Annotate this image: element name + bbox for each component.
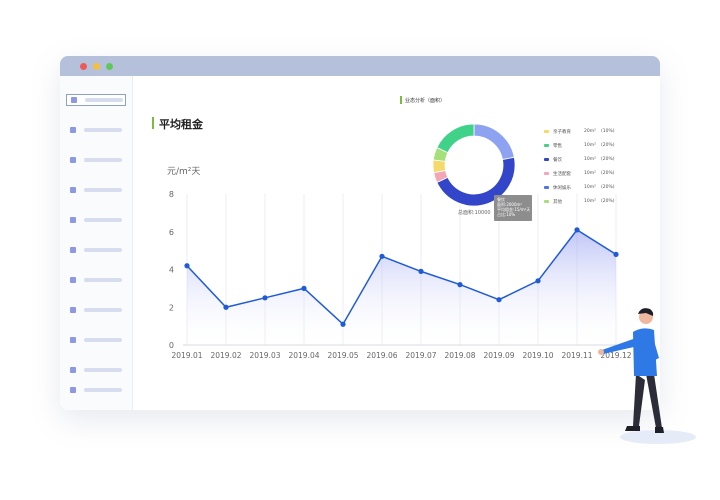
sidebar-item-icon bbox=[70, 247, 76, 253]
legend-percent: (20%) bbox=[601, 199, 615, 204]
legend-item[interactable]: 零售 10m² (20%) bbox=[544, 142, 639, 156]
sidebar-item-9[interactable] bbox=[66, 335, 126, 347]
donut-slice bbox=[436, 123, 475, 154]
sidebar-item-icon bbox=[70, 157, 76, 163]
close-window-button[interactable] bbox=[80, 63, 87, 70]
presenter-illustration bbox=[598, 308, 696, 444]
sidebar-item-8[interactable] bbox=[66, 305, 126, 317]
legend-name: 餐饮 bbox=[553, 158, 562, 163]
sidebar-item-placeholder bbox=[84, 278, 122, 282]
maximize-window-button[interactable] bbox=[106, 63, 113, 70]
donut-tooltip: 餐饮 面积:2000m² 平均租金:15/m²天 占比:10% bbox=[494, 195, 532, 221]
person-hand bbox=[598, 349, 604, 355]
sidebar-item-6[interactable] bbox=[66, 245, 126, 257]
tooltip-line: 占比:10% bbox=[497, 212, 516, 217]
legend-percent: (10%) bbox=[601, 129, 615, 134]
legend-item[interactable]: 亲子教育 20m² (10%) bbox=[544, 128, 639, 142]
legend-name: 亲子教育 bbox=[553, 130, 571, 135]
sidebar-item-icon bbox=[70, 187, 76, 193]
person-right-leg bbox=[646, 374, 662, 428]
sidebar-item-5[interactable] bbox=[66, 215, 126, 227]
legend-name: 其他 bbox=[553, 200, 562, 205]
sidebar-item-placeholder bbox=[84, 248, 122, 252]
sidebar-item-icon bbox=[70, 337, 76, 343]
legend-value: 10m² bbox=[584, 143, 596, 148]
sidebar-item-placeholder bbox=[84, 128, 122, 132]
sidebar-item-1[interactable] bbox=[66, 94, 126, 106]
person-left-leg bbox=[633, 374, 645, 426]
sidebar-item-placeholder bbox=[84, 368, 122, 372]
legend-swatch bbox=[544, 144, 549, 147]
legend-item[interactable]: 餐饮 10m² (20%) bbox=[544, 156, 639, 170]
sidebar-item-icon bbox=[71, 97, 77, 103]
legend-swatch bbox=[544, 158, 549, 161]
sidebar-item-2[interactable] bbox=[66, 125, 126, 137]
legend-swatch bbox=[544, 200, 549, 203]
legend-percent: (20%) bbox=[601, 157, 615, 162]
person-pointing-arm bbox=[602, 338, 638, 354]
person-right-shoe bbox=[655, 427, 664, 433]
sidebar-item-placeholder bbox=[85, 98, 123, 102]
title-bar bbox=[60, 56, 660, 76]
legend-name: 生活配套 bbox=[553, 172, 571, 177]
sidebar-item-11[interactable] bbox=[66, 385, 126, 397]
sidebar-item-placeholder bbox=[84, 158, 122, 162]
legend-item[interactable]: 休闲娱乐 10m² (20%) bbox=[544, 184, 639, 198]
donut-legend: 亲子教育 20m² (10%) 零售 10m² (20%) 餐饮 10m² (2… bbox=[544, 128, 639, 212]
sidebar-item-3[interactable] bbox=[66, 155, 126, 167]
sidebar-item-icon bbox=[70, 307, 76, 313]
donut-slice bbox=[432, 159, 446, 174]
legend-percent: (20%) bbox=[601, 143, 615, 148]
sidebar-item-icon bbox=[70, 277, 76, 283]
legend-value: 20m² bbox=[584, 129, 596, 134]
legend-item[interactable]: 生活配套 10m² (20%) bbox=[544, 170, 639, 184]
sidebar-item-placeholder bbox=[84, 188, 122, 192]
sidebar-item-icon bbox=[70, 387, 76, 393]
person-left-shoe bbox=[625, 426, 640, 431]
legend-item[interactable]: 其他 10m² (20%) bbox=[544, 198, 639, 212]
legend-name: 零售 bbox=[553, 144, 562, 149]
donut-total-label: 总面积:10000 bbox=[458, 210, 491, 216]
legend-swatch bbox=[544, 130, 549, 133]
dashboard-panel: 平均租金 元/m²天 0 2 4 6 8 2019.01 2019.02 2019.03 201… bbox=[142, 92, 652, 392]
sidebar-item-10[interactable] bbox=[66, 365, 126, 377]
legend-percent: (20%) bbox=[601, 185, 615, 190]
sidebar-item-4[interactable] bbox=[66, 185, 126, 197]
legend-value: 10m² bbox=[584, 171, 596, 176]
legend-value: 10m² bbox=[584, 185, 596, 190]
app-window: 平均租金 元/m²天 0 2 4 6 8 2019.01 2019.02 2019.03 201… bbox=[60, 56, 660, 410]
sidebar-item-placeholder bbox=[84, 388, 122, 392]
legend-value: 10m² bbox=[584, 157, 596, 162]
donut-slice bbox=[473, 123, 515, 161]
sidebar bbox=[60, 76, 133, 410]
sidebar-item-placeholder bbox=[84, 218, 122, 222]
sidebar-item-icon bbox=[70, 367, 76, 373]
minimize-window-button[interactable] bbox=[93, 63, 100, 70]
sidebar-item-icon bbox=[70, 217, 76, 223]
sidebar-item-placeholder bbox=[84, 338, 122, 342]
sidebar-item-placeholder bbox=[84, 308, 122, 312]
sidebar-item-icon bbox=[70, 127, 76, 133]
sidebar-item-7[interactable] bbox=[66, 275, 126, 287]
legend-value: 10m² bbox=[584, 199, 596, 204]
legend-swatch bbox=[544, 172, 549, 175]
legend-swatch bbox=[544, 186, 549, 189]
legend-percent: (20%) bbox=[601, 171, 615, 176]
legend-name: 休闲娱乐 bbox=[553, 186, 571, 191]
